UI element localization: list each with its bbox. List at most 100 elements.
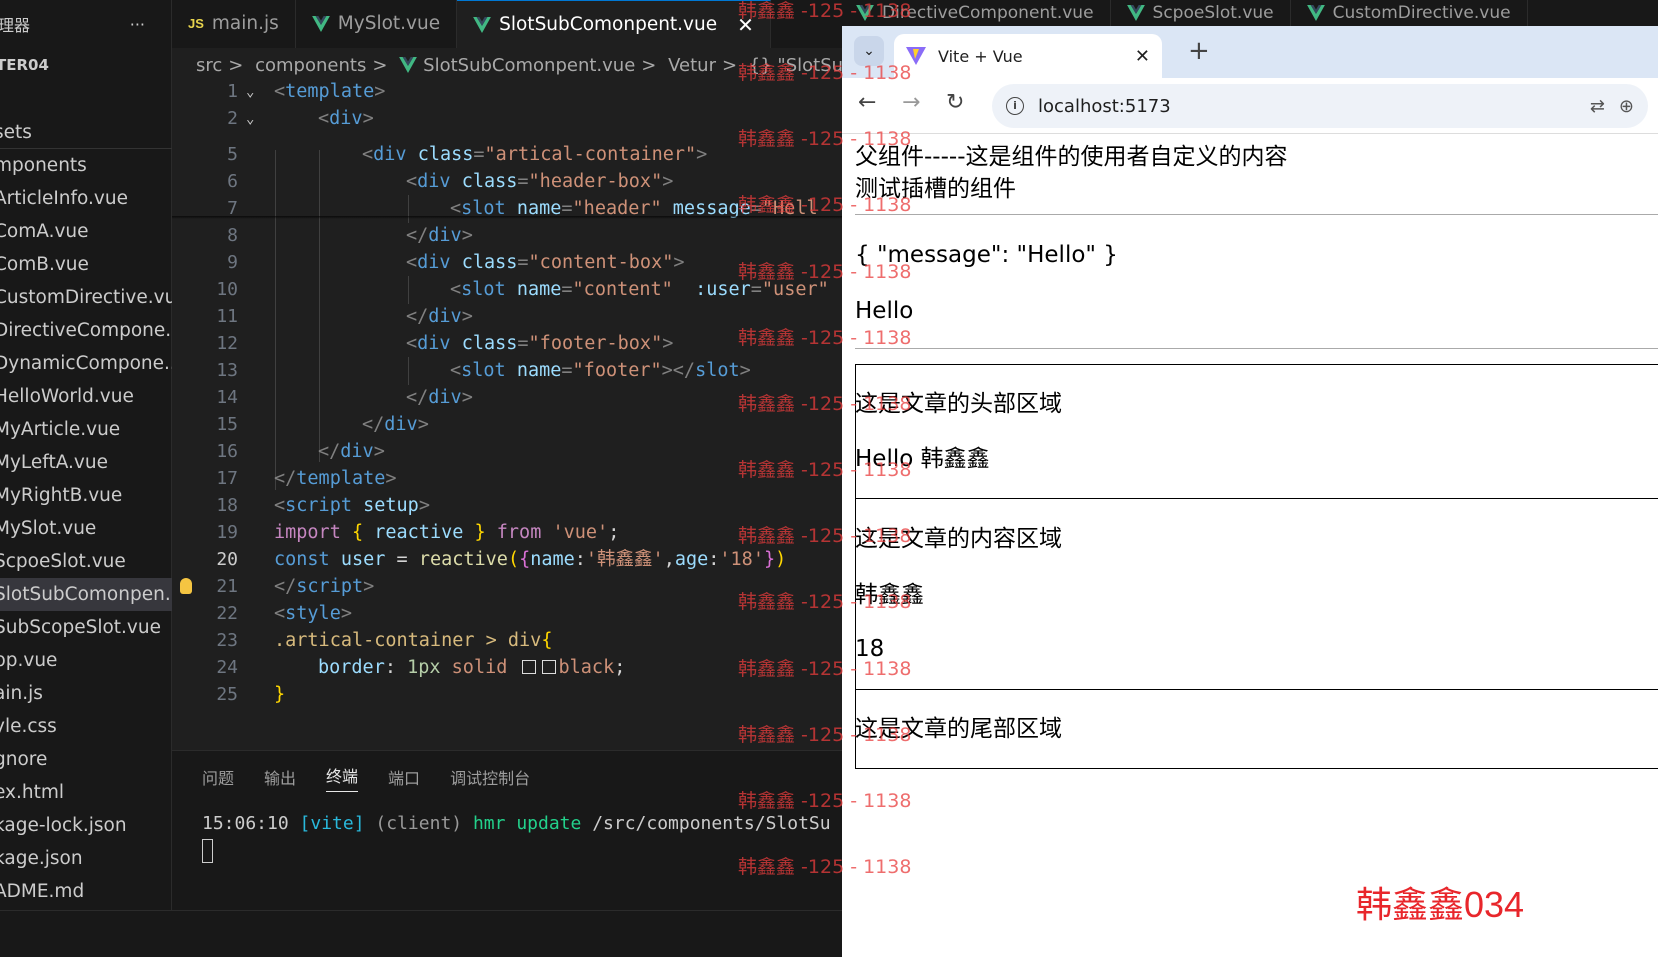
line-number: 23 bbox=[216, 630, 238, 651]
file-item[interactable]: CustomDirective.vue bbox=[0, 281, 172, 314]
color-swatch-icon[interactable] bbox=[541, 660, 556, 674]
file-item[interactable]: ScpoeSlot.vue bbox=[0, 545, 172, 578]
code-line-25: } bbox=[274, 684, 286, 705]
file-item[interactable]: gnore bbox=[0, 743, 172, 776]
file-item[interactable]: ComB.vue bbox=[0, 248, 172, 281]
line-number: 1 bbox=[227, 81, 238, 102]
vue-file-icon bbox=[1306, 5, 1325, 21]
close-tab-icon[interactable]: ✕ bbox=[1135, 46, 1150, 67]
term-vite: [vite] bbox=[299, 813, 365, 834]
file-item[interactable]: ain.js bbox=[0, 677, 172, 710]
terminal-output[interactable]: 15:06:10 [vite] (client) hmr update /src… bbox=[172, 811, 842, 871]
project-folder[interactable]: TER04 bbox=[0, 48, 171, 82]
explorer-title: 理器 bbox=[0, 16, 31, 35]
file-item[interactable]: sets bbox=[0, 116, 172, 149]
code-line-13: <slot name="footer"></slot> bbox=[450, 360, 751, 381]
line-number: 9 bbox=[227, 252, 238, 273]
line-number: 8 bbox=[227, 225, 238, 246]
header-box bbox=[855, 364, 1658, 499]
breadcrumb-components[interactable]: components bbox=[255, 55, 366, 76]
panel-tab[interactable]: 输出 bbox=[264, 765, 296, 789]
breadcrumb-src[interactable]: src bbox=[196, 55, 222, 76]
vue-file-icon bbox=[311, 16, 330, 32]
indent-guide bbox=[408, 357, 409, 385]
breadcrumb-symbol[interactable]: {} "SlotSubCom bbox=[749, 55, 842, 76]
hr-divider bbox=[855, 214, 1658, 215]
more-actions-icon[interactable]: ··· bbox=[130, 15, 145, 34]
tab-slotsubcomonpent-vue[interactable]: SlotSubComonpent.vue ✕ bbox=[457, 0, 771, 48]
vscode-window: 理器 ··· TER04 setsmponentsArticleInfo.vue… bbox=[0, 0, 842, 957]
file-item[interactable]: ArticleInfo.vue bbox=[0, 182, 172, 215]
new-tab-button[interactable]: + bbox=[1188, 36, 1210, 66]
tab-directivecomponent-vue[interactable]: DirectiveComponent.vue bbox=[842, 0, 1111, 26]
tab-search-dropdown-icon[interactable]: ⌄ bbox=[854, 36, 884, 66]
file-item[interactable]: MySlot.vue bbox=[0, 512, 172, 545]
site-info-icon[interactable]: i bbox=[1006, 97, 1024, 115]
code-line-9: <div class="content-box"> bbox=[406, 252, 685, 273]
file-item[interactable]: yle.css bbox=[0, 710, 172, 743]
message-json: { "message": "Hello" } bbox=[855, 242, 1118, 268]
translate-icon[interactable]: ⇄ bbox=[1590, 96, 1605, 117]
breadcrumb: src > components > SlotSubComonpent.vue > V… bbox=[172, 48, 842, 84]
fold-chevron-icon[interactable]: ⌄ bbox=[246, 80, 254, 106]
tab-label: DirectiveComponent.vue bbox=[882, 3, 1094, 23]
file-item[interactable]: SlotSubComonpen... bbox=[0, 578, 172, 611]
tab-customdirective-vue[interactable]: CustomDirective.vue bbox=[1291, 0, 1528, 26]
file-item[interactable]: ex.html bbox=[0, 776, 172, 809]
code-line-5: <div class="artical-container"> bbox=[362, 144, 708, 165]
code-line-10: <slot name="content" :user="user" bbox=[450, 279, 829, 300]
file-item[interactable]: SubScopeSlot.vue bbox=[0, 611, 172, 644]
tab-myslot-vue[interactable]: MySlot.vue bbox=[296, 0, 458, 48]
line-number: 12 bbox=[216, 333, 238, 354]
browser-tab[interactable]: Vite + Vue ✕ bbox=[894, 34, 1162, 78]
reload-icon[interactable]: ↻ bbox=[946, 90, 964, 115]
indent-guide bbox=[275, 150, 276, 490]
tab-scpoeslot-vue[interactable]: ScpoeSlot.vue bbox=[1111, 0, 1291, 26]
component-title: 测试插槽的组件 bbox=[855, 176, 1016, 202]
code-line-15: </div> bbox=[362, 414, 429, 435]
file-item[interactable]: MyArticle.vue bbox=[0, 413, 172, 446]
zoom-icon[interactable]: ⊕ bbox=[1619, 96, 1634, 117]
address-bar[interactable]: i localhost:5173 ⇄ ⊕ bbox=[992, 84, 1648, 128]
file-item[interactable]: pp.vue bbox=[0, 644, 172, 677]
panel-tab[interactable]: 调试控制台 bbox=[450, 765, 530, 789]
fold-chevron-icon[interactable]: ⌄ bbox=[246, 105, 254, 133]
code-line-20: const user = reactive({name:'韩鑫鑫',age:'1… bbox=[274, 549, 787, 570]
term-client: (client) bbox=[375, 813, 463, 834]
code-editor[interactable]: 1 2 5 6 7 8 9 10 11 12 13 14 15 16 17 18 19 20 21 22 23 24 25 … bbox=[172, 80, 842, 750]
code-line-1: <template> bbox=[274, 81, 386, 102]
tab-main-js[interactable]: JS main.js bbox=[172, 0, 296, 48]
panel-tab[interactable]: 问题 bbox=[202, 765, 234, 789]
line-number: 6 bbox=[227, 171, 238, 192]
panel-tab[interactable]: 端口 bbox=[388, 765, 420, 789]
file-item[interactable]: HelloWorld.vue bbox=[0, 380, 172, 413]
file-item[interactable]: MyRightB.vue bbox=[0, 479, 172, 512]
lightbulb-icon[interactable] bbox=[180, 578, 192, 594]
line-number: 11 bbox=[216, 306, 238, 327]
file-item[interactable]: ComA.vue bbox=[0, 215, 172, 248]
file-item[interactable]: ADME.md bbox=[0, 875, 172, 908]
file-item[interactable]: DirectiveCompone... bbox=[0, 314, 172, 347]
editor-area: JS main.js MySlot.vue SlotSubComonpent.vu… bbox=[172, 0, 842, 910]
breadcrumb-vetur[interactable]: Vetur bbox=[668, 55, 716, 76]
forward-icon[interactable]: → bbox=[902, 90, 920, 115]
term-hmr: hmr update bbox=[472, 813, 582, 834]
breadcrumb-sep: > bbox=[228, 55, 244, 76]
breadcrumb-file[interactable]: SlotSubComonpent.vue bbox=[423, 55, 635, 76]
file-item[interactable]: DynamicCompone... bbox=[0, 347, 172, 380]
file-item[interactable]: kage.json bbox=[0, 842, 172, 875]
code-line-23: .artical-container > div{ bbox=[274, 630, 553, 651]
vue-file-icon bbox=[399, 57, 418, 73]
line-number: 13 bbox=[216, 360, 238, 381]
breadcrumb-sep: > bbox=[372, 55, 388, 76]
code-line-12: <div class="footer-box"> bbox=[406, 333, 674, 354]
file-item[interactable]: MyLeftA.vue bbox=[0, 446, 172, 479]
close-tab-icon[interactable]: ✕ bbox=[737, 2, 754, 48]
code-line-2: <div> bbox=[318, 108, 374, 129]
file-item[interactable]: mponents bbox=[0, 149, 172, 182]
file-item[interactable]: kage-lock.json bbox=[0, 809, 172, 842]
panel-tab[interactable]: 终端 bbox=[326, 763, 359, 792]
tab-label: MySlot.vue bbox=[337, 13, 441, 34]
back-icon[interactable]: ← bbox=[858, 90, 876, 115]
color-swatch-icon[interactable] bbox=[521, 660, 536, 674]
